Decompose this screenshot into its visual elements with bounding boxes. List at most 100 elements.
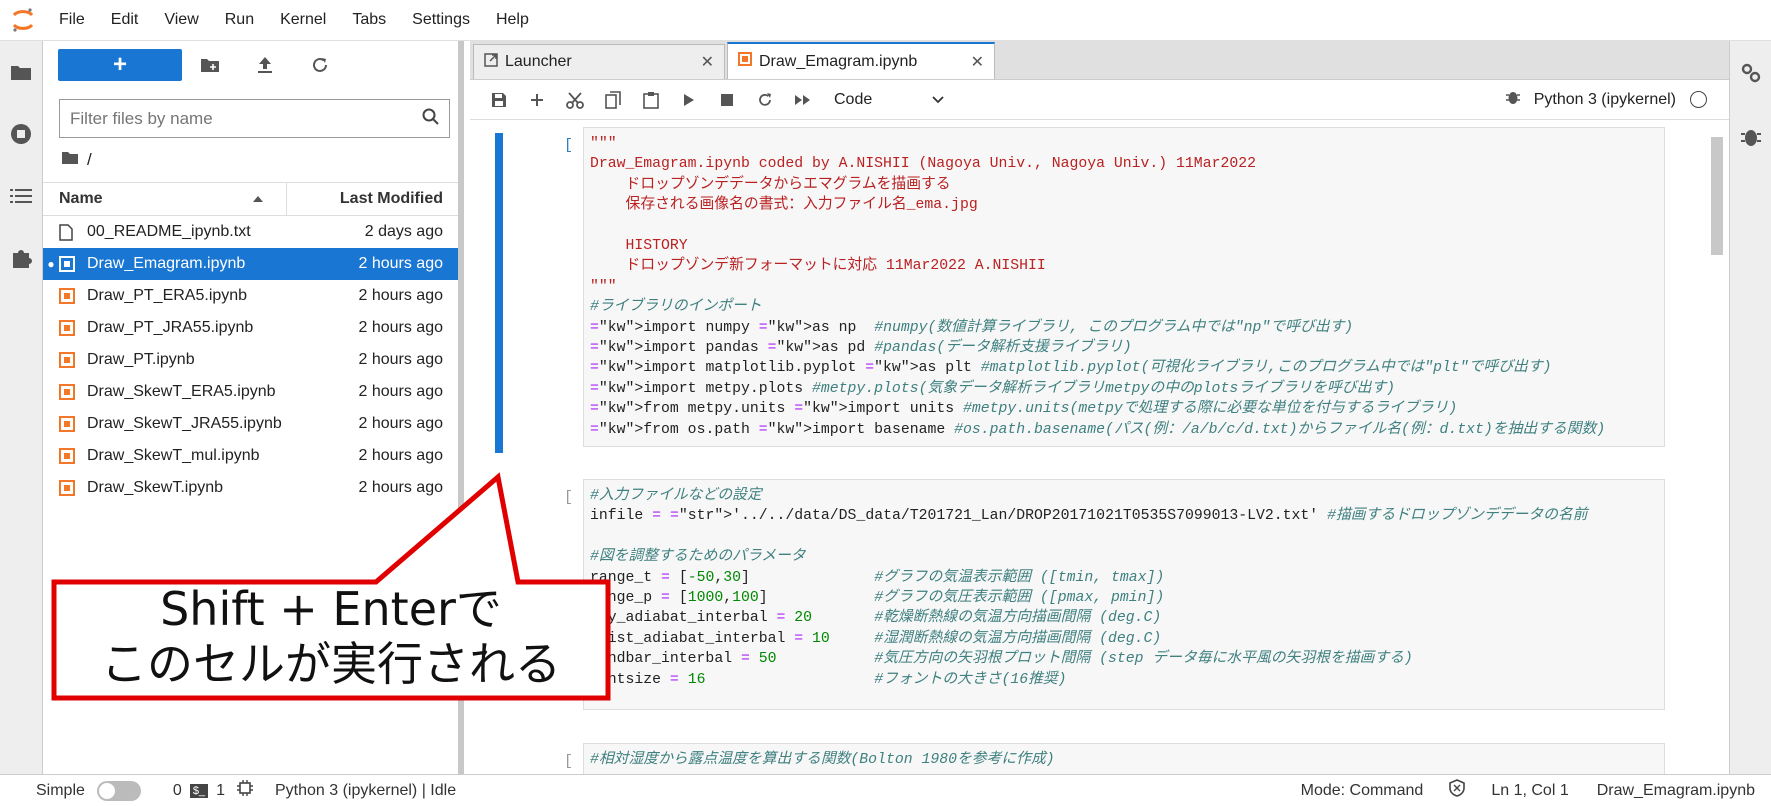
run-icon[interactable] [670, 86, 708, 114]
file-modified: 2 hours ago [358, 479, 443, 496]
file-row[interactable]: 00_README_ipynb.txt 2 days ago [43, 216, 458, 248]
file-modified: 2 days ago [364, 223, 443, 240]
folder-icon[interactable] [0, 41, 42, 103]
file-name: Draw_SkewT_mul.ipynb [87, 447, 260, 464]
simple-mode-label: Simple [36, 781, 85, 799]
file-row[interactable]: Draw_SkewT_ERA5.ipynb 2 hours ago [43, 376, 458, 408]
notebook-icon [738, 52, 752, 71]
debugger-icon[interactable] [1730, 105, 1771, 169]
new-folder-icon[interactable] [182, 49, 237, 81]
table-of-contents-icon[interactable] [0, 165, 42, 227]
main-area: Launcher ✕ Draw_Emagram.ipynb ✕ Code Pyt… [470, 41, 1729, 774]
left-sidebar [0, 41, 43, 774]
filter-files-input[interactable] [70, 108, 400, 129]
bug-icon[interactable] [1505, 89, 1520, 110]
file-modified: 2 hours ago [358, 447, 443, 464]
notebook-icon [59, 480, 83, 496]
file-modified: 2 hours ago [358, 319, 443, 336]
cell-type-select[interactable]: Code [834, 91, 944, 109]
close-icon[interactable]: ✕ [701, 52, 714, 72]
menu-help[interactable]: Help [483, 11, 542, 29]
tab-launcher[interactable]: Launcher ✕ [473, 44, 725, 79]
file-row[interactable]: Draw_SkewT_mul.ipynb 2 hours ago [43, 440, 458, 472]
breadcrumb-root[interactable]: / [87, 150, 92, 170]
menu-file[interactable]: File [46, 11, 98, 29]
notebook-icon [59, 384, 83, 400]
notebook-scrollbar[interactable] [1711, 127, 1723, 767]
file-list-header: Name Last Modified [43, 182, 458, 216]
fast-forward-icon[interactable] [784, 86, 822, 114]
restart-icon[interactable] [746, 86, 784, 114]
cursor-position[interactable]: Ln 1, Col 1 [1491, 782, 1568, 800]
file-row[interactable]: Draw_PT_ERA5.ipynb 2 hours ago [43, 280, 458, 312]
breadcrumb: / [43, 138, 458, 182]
tab-draw-emagram[interactable]: Draw_Emagram.ipynb ✕ [727, 42, 995, 79]
cut-icon[interactable] [556, 86, 594, 114]
kernel-status-text[interactable]: Python 3 (ipykernel) | Idle [275, 782, 456, 800]
file-row[interactable]: Draw_PT.ipynb 2 hours ago [43, 344, 458, 376]
file-name: 00_README_ipynb.txt [87, 223, 251, 240]
notebook-cells: [ ]: """ Draw_Emagram.ipynb coded by A.N… [470, 121, 1729, 774]
file-name: Draw_PT_ERA5.ipynb [87, 287, 248, 304]
upload-icon[interactable] [237, 49, 292, 81]
terminal-icon: $_ [189, 783, 209, 798]
code-cell-3[interactable]: [ ]: #相対湿度から露点温度を算出する関数(Bolton 1980を参考に作… [470, 743, 1680, 774]
text-file-icon [59, 223, 83, 241]
menu-run[interactable]: Run [212, 11, 267, 29]
cell-input[interactable]: #入力ファイルなどの設定 infile = ="str">'../../data… [583, 479, 1665, 710]
shield-icon[interactable] [1449, 779, 1466, 802]
save-icon[interactable] [480, 86, 518, 114]
file-row[interactable]: Draw_SkewT.ipynb 2 hours ago [43, 472, 458, 504]
file-name: Draw_SkewT.ipynb [87, 479, 224, 496]
column-modified-header[interactable]: Last Modified [287, 190, 458, 208]
extensions-icon[interactable] [0, 227, 42, 289]
home-folder-icon[interactable] [61, 150, 79, 170]
new-launcher-button[interactable]: + [58, 49, 182, 81]
refresh-icon[interactable] [292, 49, 347, 81]
notebook-icon [59, 448, 83, 464]
file-modified: 2 hours ago [358, 287, 443, 304]
terminals-count[interactable]: 0 [173, 782, 182, 800]
menu-settings[interactable]: Settings [399, 11, 483, 29]
file-name: Draw_Emagram.ipynb [87, 255, 246, 272]
filter-files-field[interactable] [59, 99, 450, 138]
menu-view[interactable]: View [151, 11, 211, 29]
file-row[interactable]: ● Draw_Emagram.ipynb 2 hours ago [43, 248, 458, 280]
menubar: File Edit View Run Kernel Tabs Settings … [0, 0, 1771, 41]
running-kernels-icon[interactable] [0, 103, 42, 165]
kernel-name[interactable]: Python 3 (ipykernel) [1534, 91, 1676, 109]
kernels-count[interactable]: 1 [216, 782, 225, 800]
running-dot-icon: ● [47, 257, 55, 271]
code-cell-2[interactable]: [ ]: #入力ファイルなどの設定 infile = ="str">'../..… [470, 479, 1680, 710]
file-list: 00_README_ipynb.txt 2 days ago ● Draw_Emagr… [43, 216, 458, 504]
cell-input[interactable]: """ Draw_Emagram.ipynb coded by A.NISHII… [583, 127, 1665, 447]
file-row[interactable]: Draw_SkewT_JRA55.ipynb 2 hours ago [43, 408, 458, 440]
callout-line-1: Shift + Enterで [160, 582, 502, 636]
copy-icon[interactable] [594, 86, 632, 114]
close-icon[interactable]: ✕ [971, 52, 984, 72]
file-name: Draw_SkewT_ERA5.ipynb [87, 383, 276, 400]
kernel-status-icon [1690, 91, 1707, 108]
file-modified: 2 hours ago [358, 415, 443, 432]
menu-kernel[interactable]: Kernel [267, 11, 339, 29]
status-filename: Draw_Emagram.ipynb [1596, 781, 1755, 799]
status-bar: Simple 0 $_ 1 Python 3 (ipykernel) | Idl… [0, 774, 1771, 806]
menu-tabs[interactable]: Tabs [339, 11, 399, 29]
menu-edit[interactable]: Edit [98, 11, 152, 29]
column-name-header[interactable]: Name [43, 183, 287, 215]
tab-launcher-label: Launcher [505, 53, 572, 70]
property-inspector-icon[interactable] [1730, 41, 1771, 105]
right-sidebar [1729, 41, 1771, 774]
stop-icon[interactable] [708, 86, 746, 114]
cell-input[interactable]: #相対湿度から露点温度を算出する関数(Bolton 1980を参考に作成) [583, 743, 1665, 774]
file-row[interactable]: Draw_PT_JRA55.ipynb 2 hours ago [43, 312, 458, 344]
scrollbar-thumb[interactable] [1711, 137, 1723, 255]
kernel-indicator: Python 3 (ipykernel) [1505, 89, 1729, 110]
file-name: Draw_PT_JRA55.ipynb [87, 319, 254, 336]
paste-icon[interactable] [632, 86, 670, 114]
insert-cell-icon[interactable] [518, 86, 556, 114]
simple-mode-toggle[interactable] [96, 780, 141, 801]
tab-draw-emagram-label: Draw_Emagram.ipynb [759, 52, 918, 70]
code-cell-1[interactable]: [ ]: """ Draw_Emagram.ipynb coded by A.N… [470, 127, 1680, 453]
file-name: Draw_PT.ipynb [87, 351, 195, 368]
